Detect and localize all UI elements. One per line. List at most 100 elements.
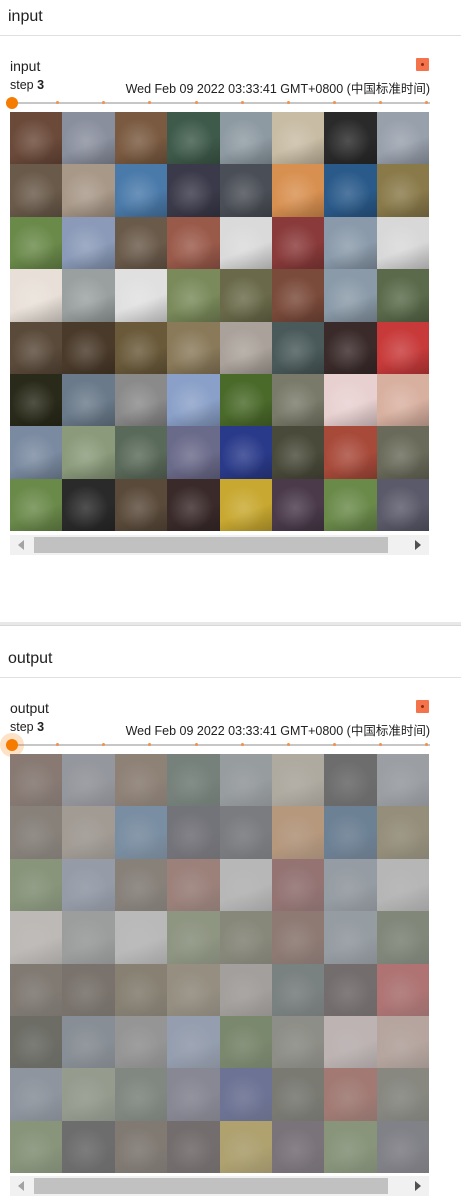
image-tile-dog [114,478,168,531]
scroll-right-icon[interactable] [415,540,421,550]
image-tile-ship [271,112,325,165]
section-header-output[interactable]: output [0,642,461,678]
image-tile-automobile [324,426,377,479]
slider-tick [240,743,244,746]
image-tile-dog [376,806,429,859]
image-tile-truck [271,1015,325,1069]
image-tile-cat [271,164,325,217]
horizontal-scrollbar[interactable] [10,1176,429,1196]
image-tile-bird [167,754,220,807]
image-tile-airplane [10,112,63,165]
image-tile-cat [271,269,325,322]
image-tile-ship [114,911,168,964]
image-tile-deer [167,858,220,912]
image-tile-automobile [62,112,115,165]
image-tile-frog [324,478,377,531]
image-tile-truck [62,164,115,217]
image-tile-frog [167,478,220,531]
image-tile-ship [114,806,168,859]
expand-icon[interactable] [416,58,429,71]
image-tile-airplane [376,216,429,270]
image-tile-ship [114,164,168,217]
image-tile-ship [271,754,325,807]
image-grid [10,112,429,531]
image-tile-cat [10,806,63,859]
image-grid [10,754,429,1173]
image-tile-deer [219,1015,272,1069]
image-tile-cat [10,1015,63,1069]
scrollbar-thumb[interactable] [34,1178,388,1194]
card-title: input [10,58,41,74]
step-slider[interactable] [6,96,430,110]
image-tile-horse [10,858,63,912]
image-tile-ship [114,1068,168,1121]
slider-tick [194,743,198,746]
card-title: output [10,700,49,716]
image-tile-truck [62,321,115,374]
image-tile-ship [114,1015,168,1069]
image-tile-dog [324,963,377,1016]
image-tile-horse [10,216,63,270]
step-slider[interactable] [6,738,430,752]
image-tile-airplane [219,1068,272,1121]
slider-track [10,744,430,746]
timestamp: Wed Feb 09 2022 03:33:41 GMT+0800 (中国标准时… [125,724,430,738]
image-tile-truck [62,269,115,322]
image-tile-truck [62,858,115,912]
image-tile-bird [167,911,220,964]
scroll-left-icon[interactable] [18,1181,24,1191]
horizontal-scrollbar[interactable] [10,535,429,555]
image-tile-bird [167,269,220,322]
image-tile-frog [324,1120,377,1173]
image-tile-ship [114,373,168,427]
image-tile-airplane [167,1015,220,1069]
image-tile-deer [167,963,220,1016]
image-tile-airplane [324,806,377,859]
scroll-right-icon[interactable] [415,1181,421,1191]
image-tile-automobile [376,321,429,374]
slider-tick [194,101,198,104]
image-tile-cat [271,1068,325,1121]
image-tile-bird [10,478,63,531]
slider-thumb[interactable] [6,97,18,109]
slider-thumb[interactable] [6,739,18,751]
image-tile-horse [219,963,272,1016]
image-tile-ship [62,1015,115,1069]
image-tile-frog [271,321,325,374]
image-tile-ship [114,269,168,322]
image-tile-frog [271,963,325,1016]
image-tile-dog [114,1120,168,1173]
image-tile-horse [167,164,220,217]
step-label: step [10,78,34,92]
image-tile-ship [376,478,429,531]
image-tile-horse [219,911,272,964]
image-tile-truck [271,478,325,531]
image-tile-truck [167,1068,220,1121]
scroll-left-icon[interactable] [18,540,24,550]
image-tile-cat [271,426,325,479]
image-tile-horse [219,321,272,374]
image-tile-airplane [219,426,272,479]
step-label: step [10,720,34,734]
section-header-input[interactable]: input [0,0,461,36]
image-tile-automobile [10,1068,63,1121]
image-tile-ship [62,373,115,427]
image-tile-cat [10,963,63,1016]
expand-icon[interactable] [416,700,429,713]
image-tile-cat [271,806,325,859]
image-tile-deer [219,373,272,427]
image-tile-ship [114,426,168,479]
image-tile-truck [271,373,325,427]
image-tile-cat [10,321,63,374]
slider-tick [286,101,290,104]
image-tile-horse [219,269,272,322]
image-tile-dog [114,963,168,1016]
image-tile-horse [10,269,63,322]
image-tile-dog [114,321,168,374]
image-tile-ship [219,754,272,807]
timestamp: Wed Feb 09 2022 03:33:41 GMT+0800 (中国标准时… [125,82,430,96]
image-tile-truck [271,1120,325,1173]
scrollbar-thumb[interactable] [34,537,388,553]
image-tile-horse [167,806,220,859]
image-tile-dog [376,1015,429,1069]
